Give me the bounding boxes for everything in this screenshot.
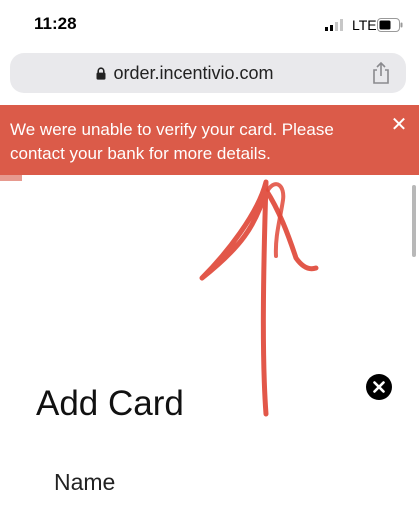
- banner-progress-stub: [0, 175, 22, 181]
- scrollbar[interactable]: [412, 185, 416, 257]
- share-icon[interactable]: [370, 61, 392, 85]
- close-icon-glyph: [373, 381, 385, 393]
- modal-title: Add Card: [36, 384, 184, 423]
- status-time: 11:28: [34, 14, 77, 33]
- address-bar[interactable]: order.incentivio.com: [10, 53, 406, 93]
- close-icon[interactable]: [366, 374, 392, 400]
- battery-icon: [377, 18, 403, 32]
- error-message: We were unable to verify your card. Plea…: [10, 120, 334, 163]
- carrier-label: LTE: [352, 17, 377, 33]
- url-text: order.incentivio.com: [113, 62, 274, 83]
- name-field-label: Name: [54, 469, 116, 495]
- error-banner: We were unable to verify your card. Plea…: [0, 105, 419, 175]
- close-icon[interactable]: ✕: [388, 114, 410, 136]
- lock-icon: [96, 66, 106, 80]
- status-bar: 11:28 LTE: [0, 0, 419, 50]
- signal-icon: [325, 19, 343, 31]
- url-display[interactable]: order.incentivio.com: [10, 53, 360, 93]
